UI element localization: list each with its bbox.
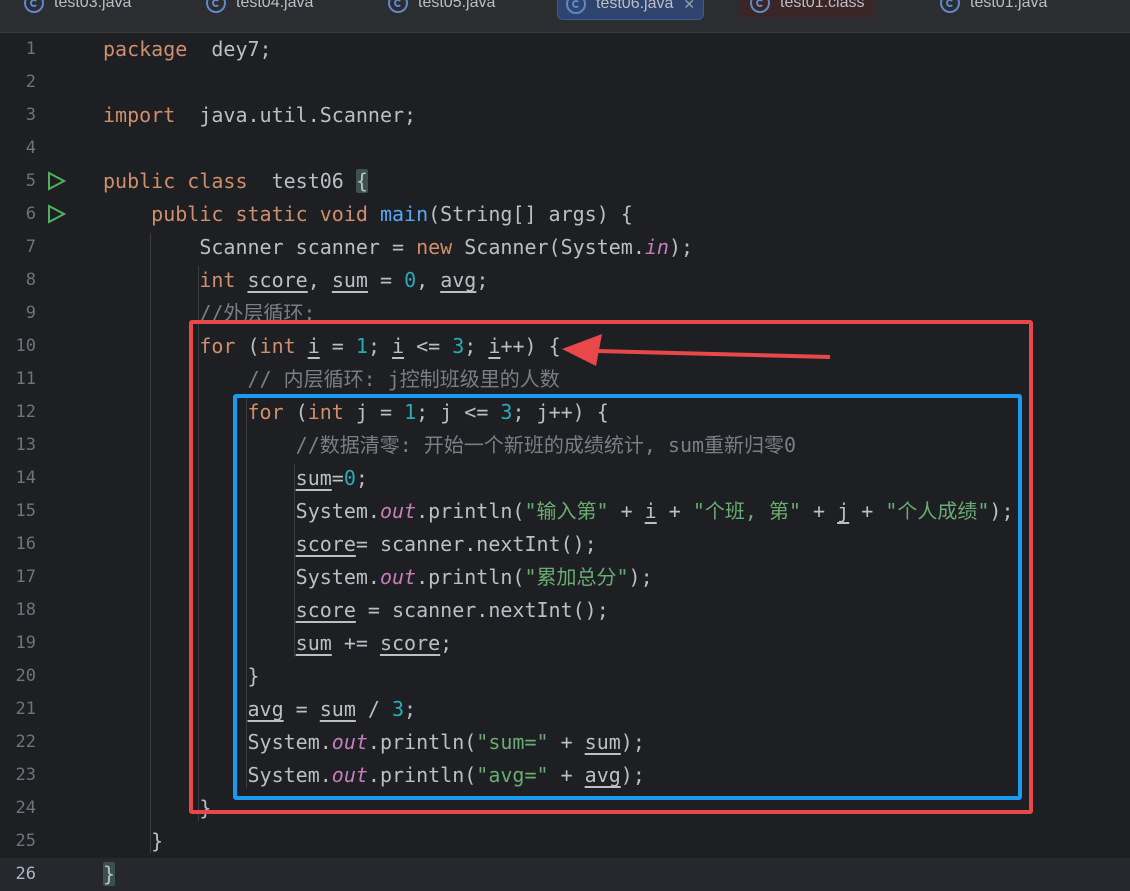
arrow-head	[562, 334, 602, 366]
annotation-arrow	[562, 334, 831, 366]
arrow-shaft	[597, 349, 831, 359]
